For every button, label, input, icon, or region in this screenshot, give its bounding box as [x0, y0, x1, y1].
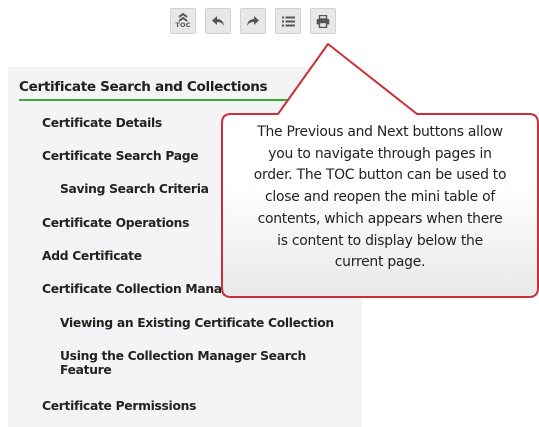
- callout-line: you to navigate through pages in: [268, 145, 492, 162]
- printer-icon: [316, 14, 330, 28]
- callout-line: contents, which appears when there: [257, 210, 503, 227]
- toc-item-add-certificate[interactable]: Add Certificate: [42, 250, 142, 263]
- previous-button[interactable]: [205, 8, 231, 34]
- toc-item-certificate-collection-manager[interactable]: Certificate Collection Manager: [42, 283, 244, 296]
- next-button[interactable]: [240, 8, 266, 34]
- callout-line: close and reopen the mini table of: [265, 189, 495, 206]
- list-button[interactable]: [275, 8, 301, 34]
- toc-item-certificate-permissions[interactable]: Certificate Permissions: [42, 400, 196, 413]
- callout-line: The Previous and Next buttons allow: [257, 124, 503, 140]
- callout-line: is content to display below the: [277, 232, 483, 249]
- help-toolbar: TOC: [170, 8, 336, 38]
- list-icon: [281, 16, 295, 26]
- callout-line: order. The TOC button can be used to: [253, 167, 507, 184]
- callout-tooltip: The Previous and Next buttons allow you …: [221, 43, 539, 299]
- toc-heading-link[interactable]: Certificate Search and Collections: [19, 79, 268, 95]
- toc-item-certificate-operations[interactable]: Certificate Operations: [42, 217, 189, 230]
- toc-button-label: TOC: [175, 21, 191, 29]
- toc-item-viewing-existing-collection[interactable]: Viewing an Existing Certificate Collecti…: [60, 317, 334, 330]
- toc-item-collection-manager-search-feature[interactable]: Feature: [60, 364, 112, 377]
- help-page: TOC Certificate Search and Collections C…: [0, 0, 539, 427]
- arrow-right-icon: [247, 16, 259, 26]
- callout-line: current page.: [334, 254, 426, 271]
- toc-item-certificate-details[interactable]: Certificate Details: [42, 117, 162, 130]
- toc-item-saving-search-criteria[interactable]: Saving Search Criteria: [60, 183, 209, 196]
- callout-text: The Previous and Next buttons allow you …: [223, 122, 537, 274]
- toc-button[interactable]: TOC: [170, 8, 196, 34]
- print-button[interactable]: [310, 8, 336, 34]
- toc-item-collection-manager-search[interactable]: Using the Collection Manager Search: [60, 350, 306, 363]
- arrow-left-icon: [212, 16, 224, 26]
- toc-item-certificate-search-page[interactable]: Certificate Search Page: [42, 150, 199, 163]
- toc-heading-underline: [19, 99, 292, 101]
